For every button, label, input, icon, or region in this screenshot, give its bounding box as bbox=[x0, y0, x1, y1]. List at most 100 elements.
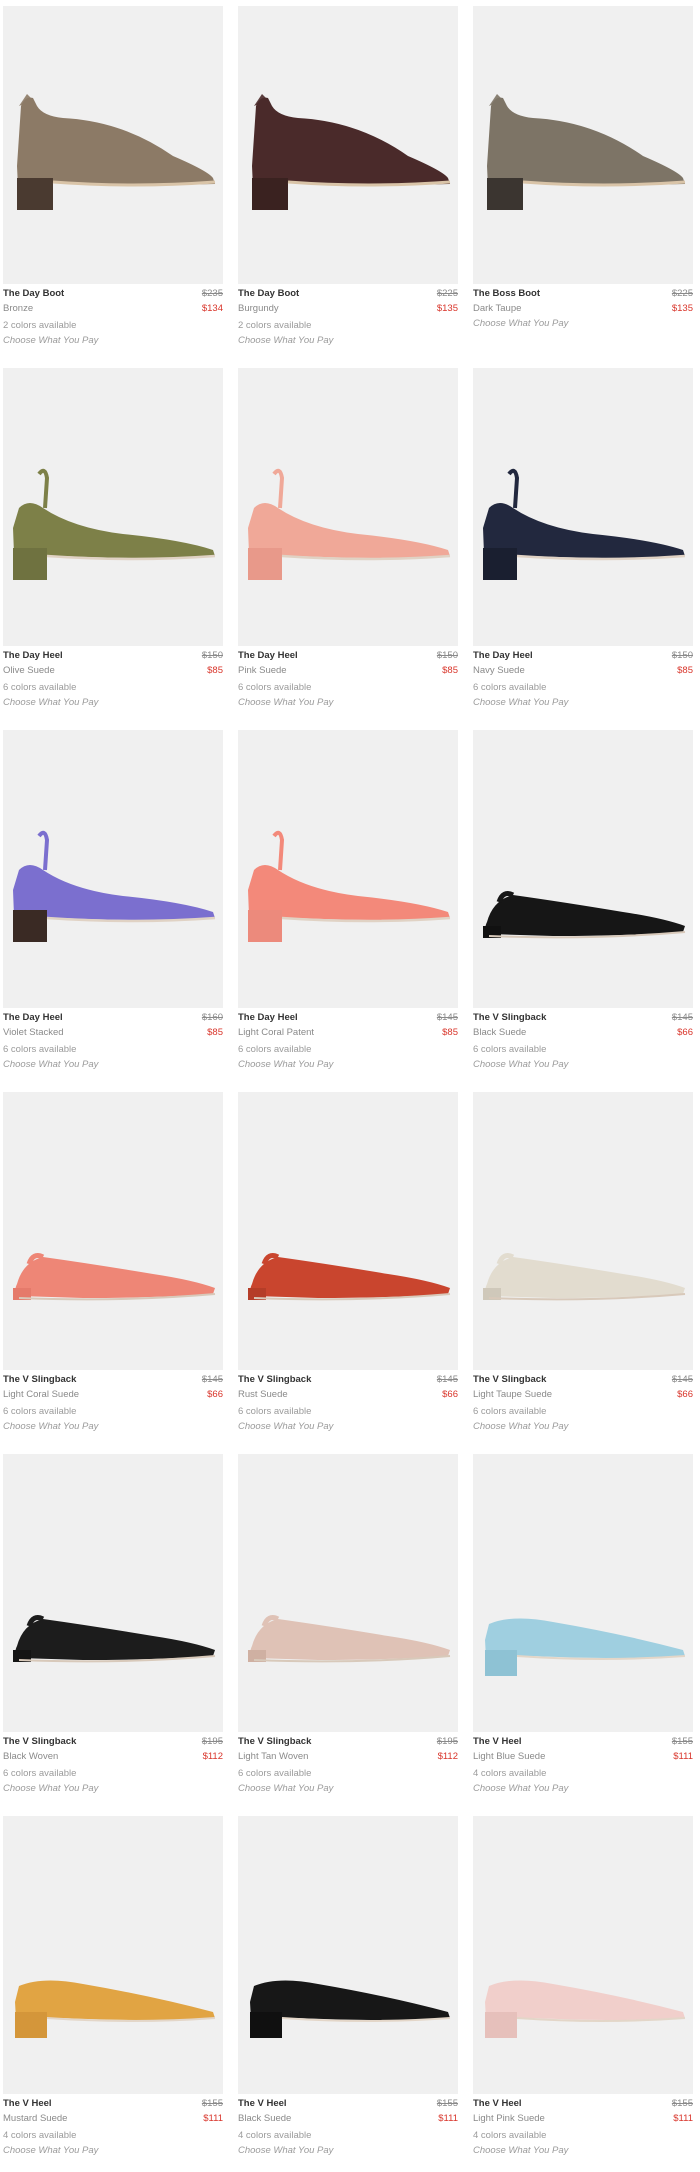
product-info: The Day Boot $225 Burgundy $135 2 colors… bbox=[238, 286, 458, 348]
product-name[interactable]: The V Heel bbox=[473, 1734, 522, 1749]
sale-price: $134 bbox=[201, 303, 223, 314]
product-name[interactable]: The V Slingback bbox=[238, 1372, 311, 1387]
colors-available[interactable]: 6 colors available bbox=[3, 1766, 223, 1781]
product-name[interactable]: The V Heel bbox=[238, 2096, 287, 2111]
product-name[interactable]: The V Slingback bbox=[238, 1734, 311, 1749]
choose-what-you-pay[interactable]: Choose What You Pay bbox=[238, 1057, 458, 1072]
product-image[interactable] bbox=[3, 1092, 223, 1370]
choose-what-you-pay[interactable]: Choose What You Pay bbox=[238, 2143, 458, 2158]
choose-what-you-pay[interactable]: Choose What You Pay bbox=[238, 333, 458, 348]
choose-what-you-pay[interactable]: Choose What You Pay bbox=[3, 333, 223, 348]
product-card[interactable]: The V Slingback $145 Light Taupe Suede $… bbox=[470, 1086, 694, 1448]
choose-what-you-pay[interactable]: Choose What You Pay bbox=[3, 2143, 223, 2158]
choose-what-you-pay[interactable]: Choose What You Pay bbox=[3, 1057, 223, 1072]
colors-available[interactable]: 6 colors available bbox=[3, 1404, 223, 1419]
product-name[interactable]: The V Slingback bbox=[473, 1010, 546, 1025]
product-name[interactable]: The V Heel bbox=[3, 2096, 52, 2111]
choose-what-you-pay[interactable]: Choose What You Pay bbox=[238, 695, 458, 710]
colors-available[interactable]: 4 colors available bbox=[238, 2128, 458, 2143]
product-image[interactable] bbox=[238, 6, 458, 284]
choose-what-you-pay[interactable]: Choose What You Pay bbox=[473, 2143, 693, 2158]
product-image[interactable] bbox=[473, 1454, 693, 1732]
product-card[interactable]: The Day Heel $145 Light Coral Patent $85… bbox=[235, 724, 459, 1086]
colors-available[interactable]: 6 colors available bbox=[473, 1404, 693, 1419]
colors-available[interactable]: 4 colors available bbox=[473, 1766, 693, 1781]
product-color: Olive Suede bbox=[3, 665, 55, 676]
product-image[interactable] bbox=[3, 1816, 223, 2094]
product-card[interactable]: The V Slingback $195 Light Tan Woven $11… bbox=[235, 1448, 459, 1810]
product-card[interactable]: The Day Boot $235 Bronze $134 2 colors a… bbox=[0, 0, 224, 362]
colors-available[interactable]: 2 colors available bbox=[238, 318, 458, 333]
product-color: Light Pink Suede bbox=[473, 2113, 545, 2124]
product-card[interactable]: The Boss Boot $225 Dark Taupe $135 Choos… bbox=[470, 0, 694, 362]
product-info: The V Heel $155 Mustard Suede $111 4 col… bbox=[3, 2096, 223, 2158]
choose-what-you-pay[interactable]: Choose What You Pay bbox=[3, 1419, 223, 1434]
product-image[interactable] bbox=[3, 6, 223, 284]
product-image[interactable] bbox=[238, 1816, 458, 2094]
product-name[interactable]: The Day Boot bbox=[3, 286, 64, 301]
product-name[interactable]: The V Heel bbox=[473, 2096, 522, 2111]
product-image[interactable] bbox=[473, 368, 693, 646]
sale-price: $111 bbox=[673, 2113, 693, 2124]
product-name[interactable]: The Day Heel bbox=[238, 1010, 298, 1025]
colors-available[interactable]: 4 colors available bbox=[3, 2128, 223, 2143]
colors-available[interactable]: 6 colors available bbox=[238, 1766, 458, 1781]
product-card[interactable]: The Day Heel $150 Olive Suede $85 6 colo… bbox=[0, 362, 224, 724]
product-card[interactable]: The V Heel $155 Light Pink Suede $111 4 … bbox=[470, 1810, 694, 2172]
choose-what-you-pay[interactable]: Choose What You Pay bbox=[3, 695, 223, 710]
choose-what-you-pay[interactable]: Choose What You Pay bbox=[238, 1419, 458, 1434]
product-name[interactable]: The V Slingback bbox=[3, 1734, 76, 1749]
product-image[interactable] bbox=[238, 1454, 458, 1732]
choose-what-you-pay[interactable]: Choose What You Pay bbox=[238, 1781, 458, 1796]
product-name[interactable]: The Day Heel bbox=[3, 1010, 63, 1025]
product-name[interactable]: The Day Heel bbox=[473, 648, 533, 663]
product-color: Burgundy bbox=[238, 303, 279, 314]
choose-what-you-pay[interactable]: Choose What You Pay bbox=[473, 1057, 693, 1072]
product-name[interactable]: The Day Boot bbox=[238, 286, 299, 301]
product-card[interactable]: The V Heel $155 Light Blue Suede $111 4 … bbox=[470, 1448, 694, 1810]
choose-what-you-pay[interactable]: Choose What You Pay bbox=[473, 695, 693, 710]
product-image[interactable] bbox=[238, 368, 458, 646]
colors-available[interactable]: 2 colors available bbox=[3, 318, 223, 333]
colors-available[interactable]: 6 colors available bbox=[473, 1042, 693, 1057]
product-name[interactable]: The V Slingback bbox=[3, 1372, 76, 1387]
product-image[interactable] bbox=[238, 730, 458, 1008]
colors-available[interactable]: 6 colors available bbox=[473, 680, 693, 695]
product-card[interactable]: The V Slingback $145 Light Coral Suede $… bbox=[0, 1086, 224, 1448]
colors-available[interactable]: 6 colors available bbox=[3, 680, 223, 695]
product-image[interactable] bbox=[238, 1092, 458, 1370]
colors-available[interactable]: 4 colors available bbox=[473, 2128, 693, 2143]
product-image[interactable] bbox=[473, 6, 693, 284]
product-card[interactable]: The V Slingback $145 Rust Suede $66 6 co… bbox=[235, 1086, 459, 1448]
product-name[interactable]: The Boss Boot bbox=[473, 286, 540, 301]
choose-what-you-pay[interactable]: Choose What You Pay bbox=[473, 1419, 693, 1434]
choose-what-you-pay[interactable]: Choose What You Pay bbox=[3, 1781, 223, 1796]
product-card[interactable]: The Day Heel $150 Pink Suede $85 6 color… bbox=[235, 362, 459, 724]
product-card[interactable]: The Day Heel $150 Navy Suede $85 6 color… bbox=[470, 362, 694, 724]
product-image[interactable] bbox=[473, 1816, 693, 2094]
colors-available[interactable]: 6 colors available bbox=[3, 1042, 223, 1057]
product-name[interactable]: The V Slingback bbox=[473, 1372, 546, 1387]
product-image[interactable] bbox=[473, 730, 693, 1008]
choose-what-you-pay[interactable]: Choose What You Pay bbox=[473, 1781, 693, 1796]
product-card[interactable]: The Day Heel $160 Violet Stacked $85 6 c… bbox=[0, 724, 224, 1086]
original-price: $235 bbox=[201, 288, 223, 299]
product-card[interactable]: The V Slingback $145 Black Suede $66 6 c… bbox=[470, 724, 694, 1086]
product-image[interactable] bbox=[473, 1092, 693, 1370]
product-card[interactable]: The V Heel $155 Black Suede $111 4 color… bbox=[235, 1810, 459, 2172]
product-info: The Day Boot $235 Bronze $134 2 colors a… bbox=[3, 286, 223, 348]
product-name[interactable]: The Day Heel bbox=[3, 648, 63, 663]
product-image[interactable] bbox=[3, 730, 223, 1008]
choose-what-you-pay[interactable]: Choose What You Pay bbox=[473, 316, 693, 331]
product-card[interactable]: The V Slingback $195 Black Woven $112 6 … bbox=[0, 1448, 224, 1810]
product-image[interactable] bbox=[3, 1454, 223, 1732]
colors-available[interactable]: 6 colors available bbox=[238, 680, 458, 695]
colors-available[interactable]: 6 colors available bbox=[238, 1042, 458, 1057]
product-name[interactable]: The Day Heel bbox=[238, 648, 298, 663]
product-card[interactable]: The Day Boot $225 Burgundy $135 2 colors… bbox=[235, 0, 459, 362]
colors-available[interactable]: 6 colors available bbox=[238, 1404, 458, 1419]
product-info: The Day Heel $160 Violet Stacked $85 6 c… bbox=[3, 1010, 223, 1072]
product-card[interactable]: The V Heel $155 Mustard Suede $111 4 col… bbox=[0, 1810, 224, 2172]
sale-price: $111 bbox=[673, 1751, 693, 1762]
product-image[interactable] bbox=[3, 368, 223, 646]
